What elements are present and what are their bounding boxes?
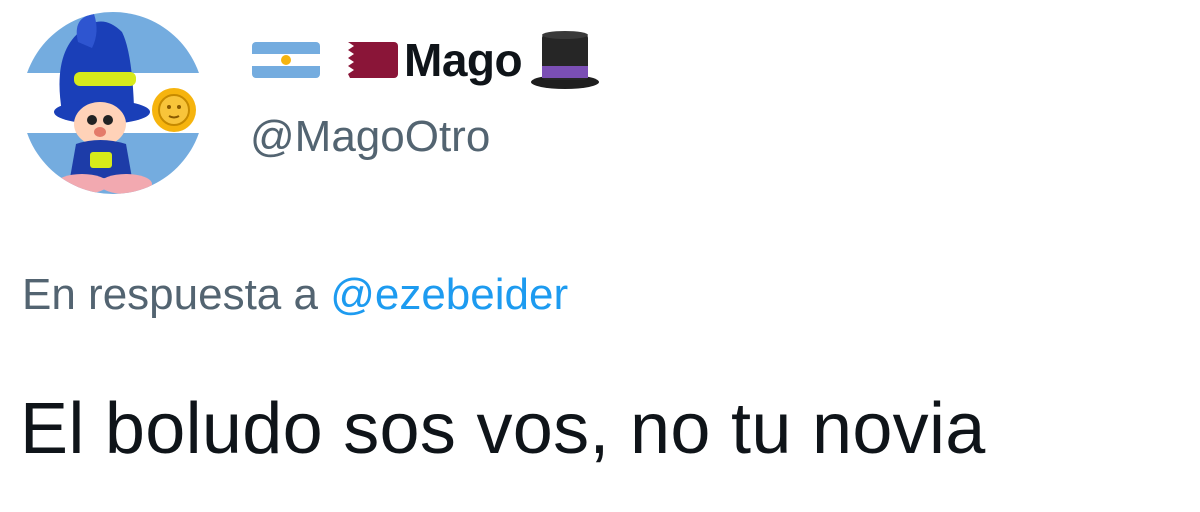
user-handle[interactable]: @MagoOtro (250, 112, 490, 162)
reply-context: En respuesta a @ezebeider (22, 270, 568, 320)
avatar-image (22, 12, 204, 194)
reply-mention-link[interactable]: @ezebeider (330, 270, 568, 319)
display-name[interactable]: Mago (404, 33, 523, 87)
avatar[interactable] (22, 12, 204, 194)
flag-argentina-icon (252, 36, 320, 84)
top-hat-icon (528, 30, 602, 90)
flag-qatar-icon (330, 36, 398, 84)
tweet-text: El boludo sos vos, no tu novia (20, 389, 986, 469)
user-name-row[interactable]: Mago (252, 28, 602, 92)
reply-prefix: En respuesta a (22, 270, 318, 319)
